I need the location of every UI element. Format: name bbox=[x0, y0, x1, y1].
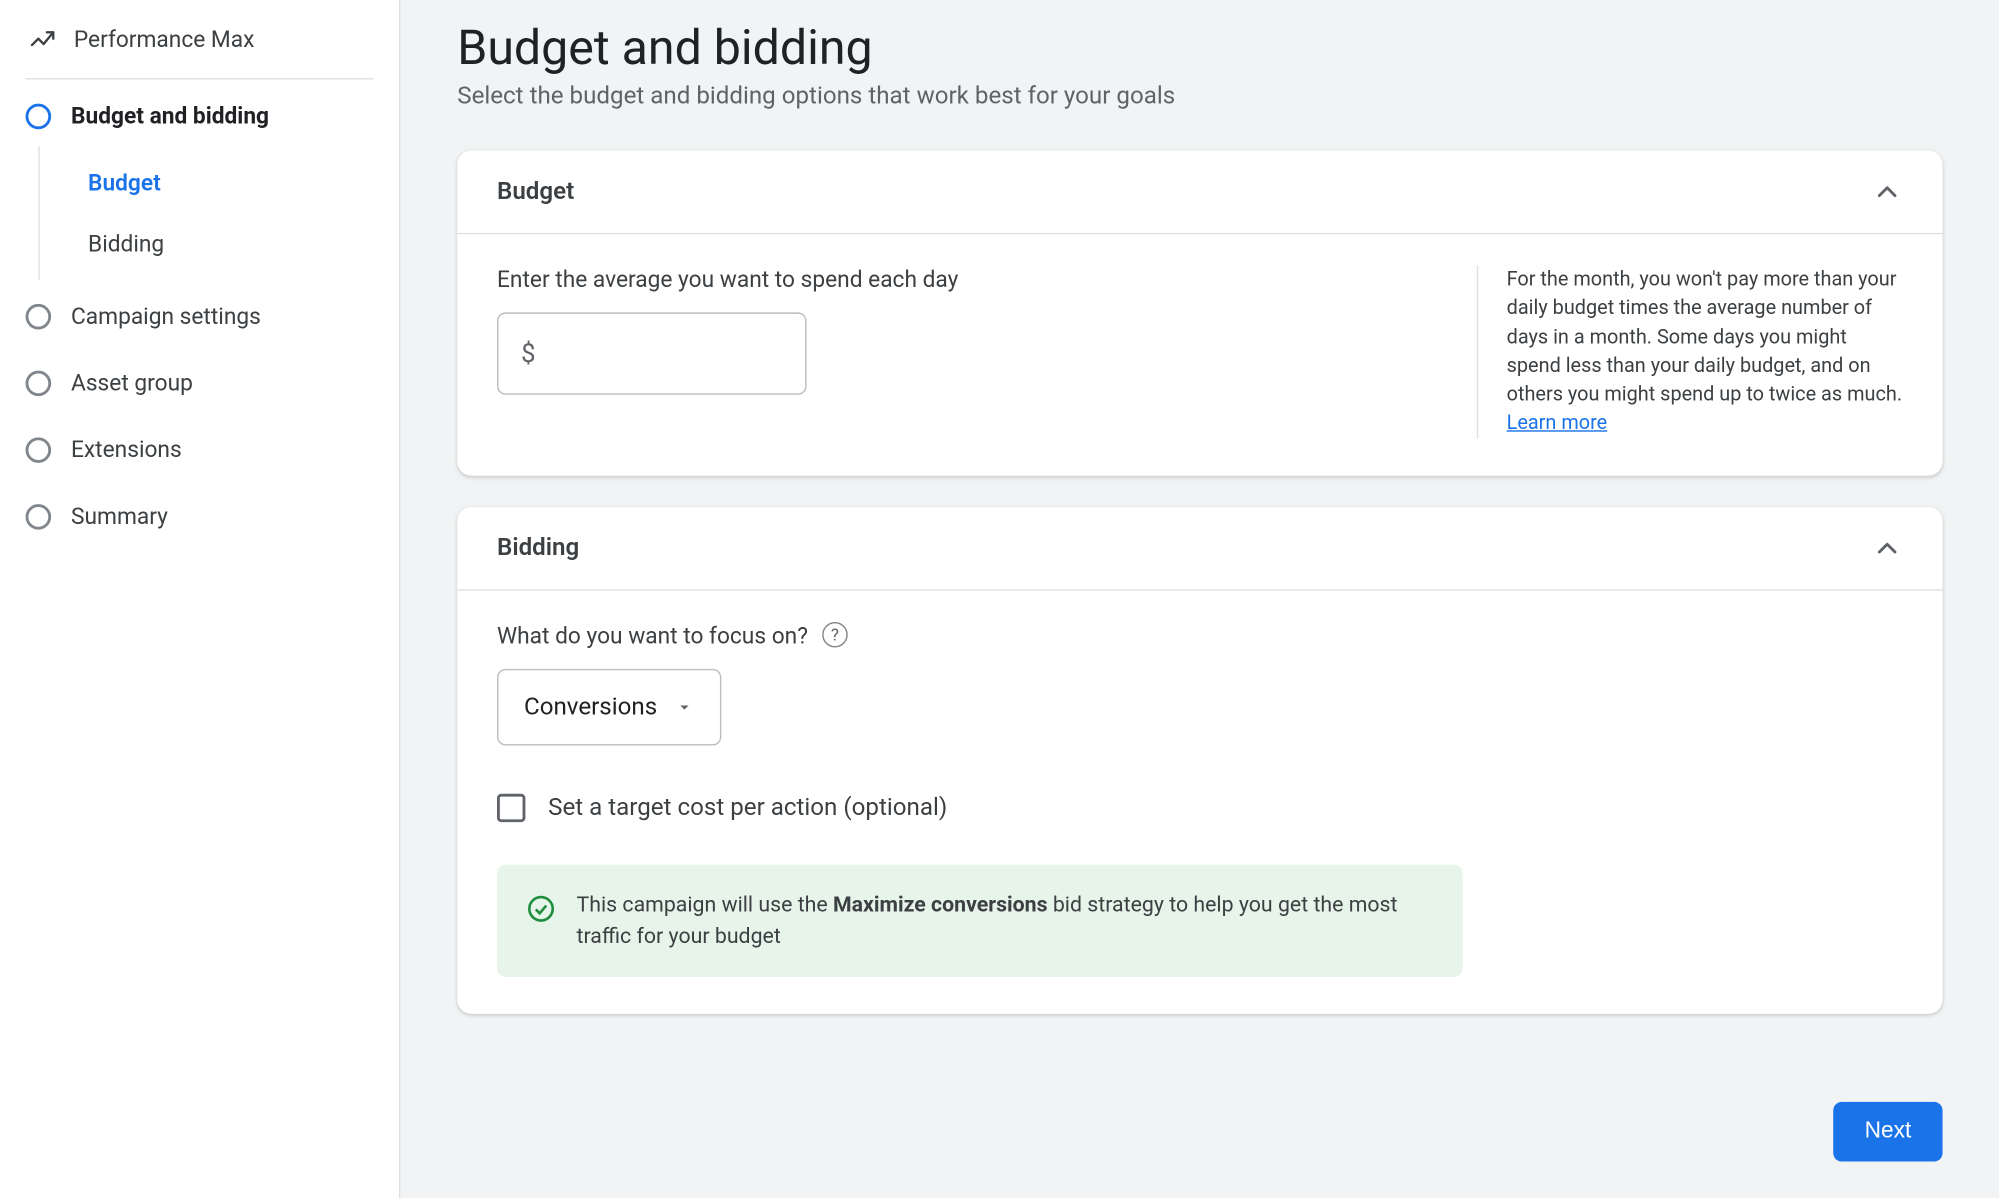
chevron-up-icon bbox=[1872, 176, 1903, 207]
campaign-type-label: Performance Max bbox=[74, 26, 255, 53]
budget-card-title: Budget bbox=[497, 178, 574, 206]
step-label: Extensions bbox=[71, 436, 182, 463]
campaign-type-row: Performance Max bbox=[0, 26, 399, 79]
budget-field-label: Enter the average you want to spend each… bbox=[497, 266, 1437, 293]
check-circle-icon bbox=[525, 893, 556, 924]
budget-learn-more-link[interactable]: Learn more bbox=[1507, 412, 1608, 435]
trend-icon bbox=[26, 26, 60, 52]
step-radio-icon bbox=[26, 437, 52, 463]
main-panel: Budget and bidding Select the budget and… bbox=[400, 0, 1999, 1198]
step-label: Asset group bbox=[71, 369, 193, 396]
notice-strategy: Maximize conversions bbox=[833, 891, 1048, 917]
budget-help-body: For the month, you won't pay more than y… bbox=[1507, 268, 1902, 406]
bid-strategy-text: This campaign will use the Maximize conv… bbox=[577, 890, 1435, 952]
step-radio-icon bbox=[26, 303, 52, 329]
budget-card-header[interactable]: Budget bbox=[457, 151, 1942, 235]
checkbox-icon bbox=[497, 793, 525, 821]
step-campaign-settings[interactable]: Campaign settings bbox=[0, 280, 399, 347]
currency-symbol: $ bbox=[521, 339, 535, 369]
help-icon[interactable]: ? bbox=[822, 622, 848, 648]
bidding-card-header[interactable]: Bidding bbox=[457, 507, 1942, 591]
bidding-focus-value: Conversions bbox=[524, 693, 657, 721]
notice-prefix: This campaign will use the bbox=[577, 891, 833, 917]
bidding-card: Bidding What do you want to focus on? ? … bbox=[457, 507, 1942, 1015]
daily-budget-field[interactable] bbox=[547, 339, 847, 367]
budget-card: Budget Enter the average you want to spe… bbox=[457, 151, 1942, 476]
bidding-card-title: Bidding bbox=[497, 534, 579, 562]
bidding-focus-label: What do you want to focus on? ? bbox=[497, 622, 1903, 649]
substeps: Budget Bidding bbox=[38, 146, 399, 279]
step-label: Campaign settings bbox=[71, 302, 261, 329]
step-label: Budget and bidding bbox=[71, 102, 269, 129]
setup-sidebar: Performance Max Budget and bidding Budge… bbox=[0, 0, 400, 1198]
step-asset-group[interactable]: Asset group bbox=[0, 346, 399, 413]
step-budget-and-bidding[interactable]: Budget and bidding bbox=[0, 80, 399, 147]
page-title: Budget and bidding bbox=[457, 20, 1942, 77]
step-radio-icon bbox=[26, 370, 52, 396]
step-label: Summary bbox=[71, 503, 168, 530]
substep-bidding[interactable]: Bidding bbox=[40, 213, 399, 274]
target-cpa-label: Set a target cost per action (optional) bbox=[548, 793, 947, 821]
dropdown-triangle-icon bbox=[674, 697, 694, 717]
budget-help-text: For the month, you won't pay more than y… bbox=[1477, 266, 1903, 439]
bidding-focus-label-text: What do you want to focus on? bbox=[497, 622, 808, 649]
step-summary[interactable]: Summary bbox=[0, 480, 399, 547]
chevron-up-icon bbox=[1872, 532, 1903, 563]
step-extensions[interactable]: Extensions bbox=[0, 413, 399, 480]
bidding-focus-select[interactable]: Conversions bbox=[497, 669, 721, 746]
step-radio-icon bbox=[26, 503, 52, 529]
substep-budget[interactable]: Budget bbox=[40, 152, 399, 213]
step-radio-icon bbox=[26, 103, 52, 129]
next-button[interactable]: Next bbox=[1833, 1102, 1942, 1162]
bid-strategy-notice: This campaign will use the Maximize conv… bbox=[497, 864, 1463, 977]
target-cpa-checkbox[interactable]: Set a target cost per action (optional) bbox=[497, 793, 1903, 821]
page-subtitle: Select the budget and bidding options th… bbox=[457, 82, 1942, 110]
daily-budget-input[interactable]: $ bbox=[497, 312, 807, 394]
